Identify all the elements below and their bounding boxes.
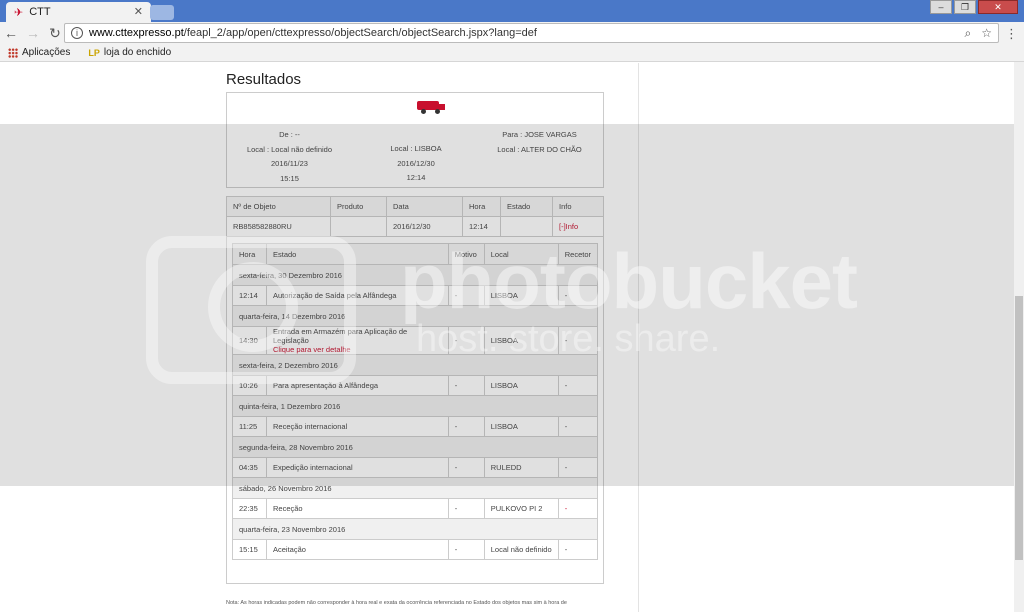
browser-tab[interactable]: ✈ CTT ✕ — [6, 2, 151, 22]
bookmark-star-icon[interactable]: ☆ — [981, 26, 992, 41]
event-row: 22:35 Receção - PULKOVO PI 2 - — [232, 498, 599, 519]
event-location: Local não definido — [483, 539, 559, 560]
bookmark-label: Aplicações — [22, 47, 71, 58]
day-label: quarta-feira, 23 Novembro 2016 — [232, 518, 598, 540]
site-info-icon[interactable]: i — [71, 27, 83, 39]
lp-icon: LP — [88, 47, 100, 58]
scrollbar[interactable] — [1014, 62, 1024, 612]
event-row: 15:15 Aceitação - Local não definido - — [232, 539, 599, 560]
event-status: Receção — [265, 498, 449, 519]
event-time: 22:35 — [232, 498, 267, 519]
event-status: Aceitação — [265, 539, 449, 560]
lens-watermark-icon — [208, 262, 298, 352]
window-titlebar: ✈ CTT ✕ – ❐ ✕ — [0, 0, 1024, 22]
address-bar[interactable]: i www.cttexpresso.pt /feapl_2/app/open/c… — [64, 23, 999, 43]
event-receiver: - — [557, 498, 599, 519]
new-tab-button[interactable] — [150, 5, 174, 20]
event-location: PULKOVO PI 2 — [483, 498, 559, 519]
close-tab-icon[interactable]: ✕ — [134, 5, 143, 18]
bookmark-label: loja do enchido — [103, 47, 172, 58]
bookmarks-bar: Aplicações LP loja do enchido — [0, 44, 1024, 62]
event-reason: - — [447, 498, 485, 519]
event-receiver: - — [557, 539, 599, 560]
bookmark-apps[interactable]: Aplicações — [8, 47, 70, 58]
maximize-button[interactable]: ❐ — [954, 0, 976, 14]
url-host: www.cttexpresso.pt — [89, 27, 184, 39]
tab-title: CTT — [29, 6, 51, 18]
url-path: /feapl_2/app/open/cttexpresso/objectSear… — [183, 27, 537, 39]
search-icon[interactable]: ⌕ — [965, 26, 972, 41]
minimize-button[interactable]: – — [930, 0, 952, 14]
browser-toolbar: ← → ↻ i www.cttexpresso.pt /feapl_2/app/… — [0, 22, 1024, 44]
event-reason: - — [447, 539, 485, 560]
bookmark-loja[interactable]: LP loja do enchido — [88, 47, 171, 58]
page-title: Resultados — [226, 71, 302, 88]
event-time: 15:15 — [232, 539, 267, 560]
footnote: Nota: As horas indicadas podem não corre… — [226, 600, 567, 606]
watermark-brand: photobucket — [400, 237, 858, 325]
window-controls: – ❐ ✕ — [930, 0, 1018, 14]
scrollbar-thumb[interactable] — [1015, 296, 1023, 560]
ctt-favicon-icon: ✈ — [14, 6, 24, 19]
watermark-tagline: host. store. share. — [416, 318, 721, 360]
day-row: quarta-feira, 23 Novembro 2016 — [232, 518, 598, 540]
truck-icon — [417, 99, 445, 114]
back-icon[interactable]: ← — [0, 25, 22, 41]
forward-icon[interactable]: → — [22, 25, 44, 41]
reload-icon[interactable]: ↻ — [44, 25, 66, 42]
close-window-button[interactable]: ✕ — [978, 0, 1018, 14]
apps-grid-icon — [8, 47, 18, 58]
menu-icon[interactable]: ⋮ — [1005, 26, 1018, 42]
